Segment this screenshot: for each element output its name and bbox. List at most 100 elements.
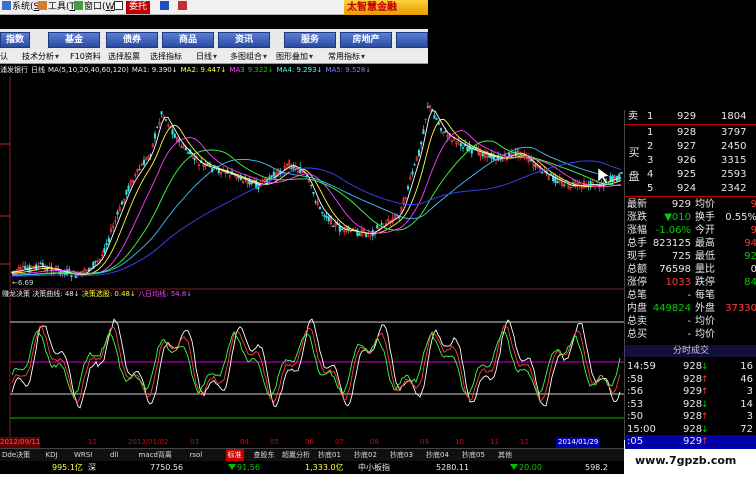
indicator-curve: 决策曲线: 48↓ [32, 290, 80, 298]
moving-average-line [12, 146, 622, 276]
quote-key: 均价 [695, 199, 715, 210]
indicator-tab[interactable]: 超赢分析 [282, 449, 310, 461]
nav-fund[interactable]: 基金 [48, 32, 100, 48]
window-icon [74, 1, 83, 10]
indicator-tab[interactable]: 抄底04 [426, 449, 449, 461]
divider [625, 196, 756, 197]
menu-system[interactable]: 系统(S) [2, 1, 43, 14]
buy-price: 924 [677, 183, 697, 194]
quote-value: ▼010 [664, 212, 691, 223]
orderbook-buy-row[interactable]: 2 927 2450 [625, 140, 756, 154]
indicator-tab[interactable]: 抄底05 [462, 449, 485, 461]
nav-more[interactable] [396, 32, 428, 48]
quote-row: 现手 725 最低 92 [625, 250, 756, 264]
indicator-tab[interactable]: dll [110, 449, 118, 461]
quote-value: 929 [671, 199, 691, 210]
quote-value: - [687, 329, 691, 340]
buy-volume: 2593 [721, 169, 747, 180]
date-label: 12 [88, 438, 97, 446]
buy-price: 926 [677, 155, 697, 166]
buy-price: 928 [677, 127, 697, 138]
orderbook-sell-1[interactable]: 卖 1 929 1804 [625, 110, 756, 124]
quote-key: 均价 [695, 329, 715, 340]
toolbar-period[interactable]: 日线▾ [196, 50, 217, 64]
nav-commodity[interactable]: 商品 [162, 32, 214, 48]
toolbar-f10[interactable]: F10资料 [70, 50, 101, 64]
indicator-tab[interactable]: 抄底01 [318, 449, 341, 461]
indicator-tab[interactable]: WRSI [74, 449, 92, 461]
nav-bar: 指数 基金 债券 商品 资讯 服务 房地产 [0, 29, 428, 50]
up-arrow-icon: ↑ [701, 437, 709, 447]
buy-level: 4 [647, 169, 654, 180]
indicator-tab[interactable]: 抄底02 [354, 449, 377, 461]
date-label: 10 [455, 438, 464, 446]
chart-button[interactable] [160, 1, 170, 14]
date-label: 08 [370, 438, 379, 446]
quote-value: 725 [671, 251, 691, 262]
status-change-2: 91.56 [228, 461, 260, 474]
indicator-tab[interactable]: macd背离 [139, 449, 172, 461]
date-label: 07 [335, 438, 344, 446]
toolbar-confirm[interactable]: 认 [0, 50, 8, 64]
toolbar-tech-analysis[interactable]: 技术分析▾ [22, 50, 59, 64]
quote-key: 今开 [695, 225, 715, 236]
quote-panel: 卖 1 929 1804 买 盘 1 928 3797 2 927 2450 3 926 331… [624, 110, 756, 449]
menu-tools[interactable]: 工具(T) [38, 1, 79, 14]
toolbar-select-stock[interactable]: 选择股票 [108, 50, 140, 64]
indicator-tab[interactable]: rsol [190, 449, 203, 461]
moving-average-line [11, 118, 622, 276]
buy-level: 1 [647, 127, 654, 138]
indicator-tab[interactable]: Dde决策 [2, 449, 30, 461]
nav-realestate[interactable]: 房地产 [340, 32, 392, 48]
quote-key: 每笔 [695, 290, 715, 301]
dropdown-icon: ▾ [213, 52, 218, 61]
indicator-tab[interactable]: 标准 [225, 449, 244, 461]
kline-chart[interactable] [0, 64, 624, 447]
buy-price: 927 [677, 141, 697, 152]
ma1-value: MA1: 9.390↓ [131, 66, 178, 74]
indicator-tab[interactable]: 查股东 [254, 449, 275, 461]
date-label: 12 [520, 438, 529, 446]
quote-key: 现手 [627, 251, 647, 262]
toolbar-overlay[interactable]: 图形叠加▾ [276, 50, 313, 64]
dropdown-icon: ▾ [309, 52, 314, 61]
quote-key: 最新 [627, 199, 647, 210]
status-index-2: 7750.56 [150, 463, 184, 472]
nav-bond[interactable]: 债券 [106, 32, 158, 48]
orderbook-buy-row[interactable]: 4 925 2593 [625, 168, 756, 182]
indicator-tab[interactable]: KDJ [46, 449, 58, 461]
buy-volume: 3315 [721, 155, 747, 166]
tick-price: 929 [683, 436, 703, 447]
trade-tab[interactable]: 委托 [126, 1, 151, 14]
date-label: 2012/09/11 [0, 437, 41, 448]
date-label: 06 [305, 438, 314, 446]
buy-price: 925 [677, 169, 697, 180]
moving-average-line [12, 160, 622, 277]
orderbook-buy-row[interactable]: 1 928 3797 [625, 126, 756, 140]
sell-side-label: 卖 [628, 111, 638, 122]
window-toggle-button[interactable] [114, 1, 124, 14]
menu-window[interactable]: 窗口(W) [74, 1, 118, 14]
orderbook-buy-row[interactable]: 3 926 3315 [625, 154, 756, 168]
toolbar-select-indicator[interactable]: 选择指标 [150, 50, 182, 64]
date-label: 11 [490, 438, 499, 446]
quote-value: - [687, 290, 691, 301]
nav-service[interactable]: 服务 [284, 32, 336, 48]
toolbar-multi-chart[interactable]: 多图组合▾ [230, 50, 267, 64]
quote-row: 总手 823125 最高 94 [625, 237, 756, 251]
indicator-tab[interactable]: 抄底03 [390, 449, 413, 461]
indicator-tab[interactable]: 其他 [498, 449, 512, 461]
quote-key: 最低 [695, 251, 715, 262]
divider [625, 124, 756, 125]
nav-news[interactable]: 资讯 [218, 32, 270, 48]
toolbar-common-indicators[interactable]: 常用指标▾ [328, 50, 365, 64]
tick-time: :05 [627, 436, 644, 447]
volume-button[interactable] [178, 1, 188, 14]
quote-key: 总买 [627, 329, 647, 340]
tick-row[interactable]: :05 929 ↑ [625, 435, 756, 449]
ma-info-bar: 浦发银行 日线 MA(5,10,20,40,60,120) MA1: 9.390↓ MA… [0, 64, 428, 76]
ma3-value: 9.322↓ [247, 66, 274, 74]
orderbook-buy-row[interactable]: 5 924 2342 [625, 182, 756, 196]
nav-index[interactable]: 指数 [0, 32, 30, 48]
quote-row: 最新 929 均价 9 [625, 198, 756, 212]
